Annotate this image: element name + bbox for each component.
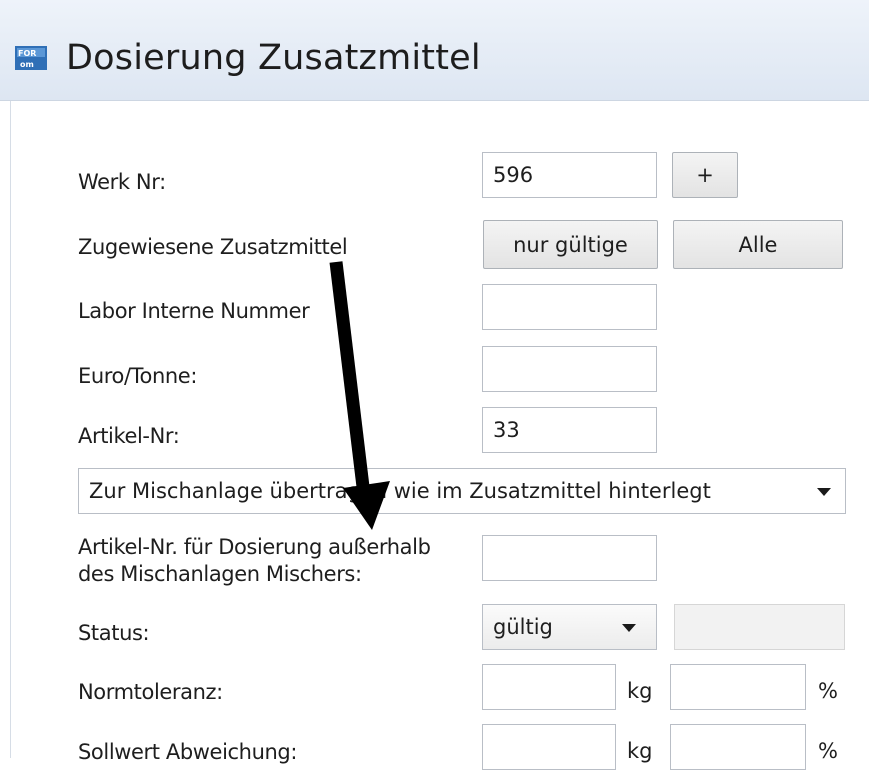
nur-gueltige-button[interactable]: nur gültige [483,220,658,269]
window-titlebar: FOR om Dosierung Zusatzmittel [0,0,869,101]
status-select[interactable]: gültig [482,604,657,650]
normtoleranz-pct-unit: % [818,679,838,703]
mischanlage-select[interactable]: Zur Mischanlage übertragen wie im Zusatz… [78,468,846,514]
artikel-ausserhalb-label-line2: des Mischanlagen Mischers: [78,562,362,586]
svg-text:FOR: FOR [18,49,36,58]
sollwert-kg-input[interactable] [482,724,616,770]
werk-nr-label: Werk Nr: [78,170,166,194]
euro-tonne-label: Euro/Tonne: [78,364,197,388]
normtoleranz-kg-input[interactable] [482,664,616,710]
status-extra-field [674,604,845,650]
mischanlage-selected-value: Zur Mischanlage übertragen wie im Zusatz… [89,479,711,503]
window-title: Dosierung Zusatzmittel [66,38,481,78]
sollwert-pct-input[interactable] [670,724,806,770]
chevron-down-icon [622,624,636,632]
status-selected-value: gültig [493,615,553,639]
normtoleranz-label: Normtoleranz: [78,680,223,704]
zugewiesene-label: Zugewiesene Zusatzmittel [78,235,348,259]
sollwert-kg-unit: kg [627,739,653,763]
artikel-nr-input[interactable]: 33 [482,407,657,453]
werk-nr-input[interactable]: 596 [482,152,657,198]
artikel-nr-label: Artikel-Nr: [78,424,180,448]
artikel-ausserhalb-label-line1: Artikel-Nr. für Dosierung außerhalb [78,535,431,559]
normtoleranz-kg-unit: kg [627,679,653,703]
status-label: Status: [78,621,150,645]
labor-nummer-input[interactable] [482,284,657,330]
sollwert-pct-unit: % [818,739,838,763]
sollwert-label: Sollwert Abweichung: [78,740,297,764]
normtoleranz-pct-input[interactable] [670,664,806,710]
artikel-ausserhalb-input[interactable] [482,535,657,581]
app-logo-icon: FOR om [15,46,47,70]
euro-tonne-input[interactable] [482,346,657,392]
chevron-down-icon [817,488,831,496]
labor-nummer-label: Labor Interne Nummer [78,299,310,323]
alle-button[interactable]: Alle [673,220,843,269]
add-werk-button[interactable]: + [672,152,738,198]
svg-text:om: om [20,60,34,69]
